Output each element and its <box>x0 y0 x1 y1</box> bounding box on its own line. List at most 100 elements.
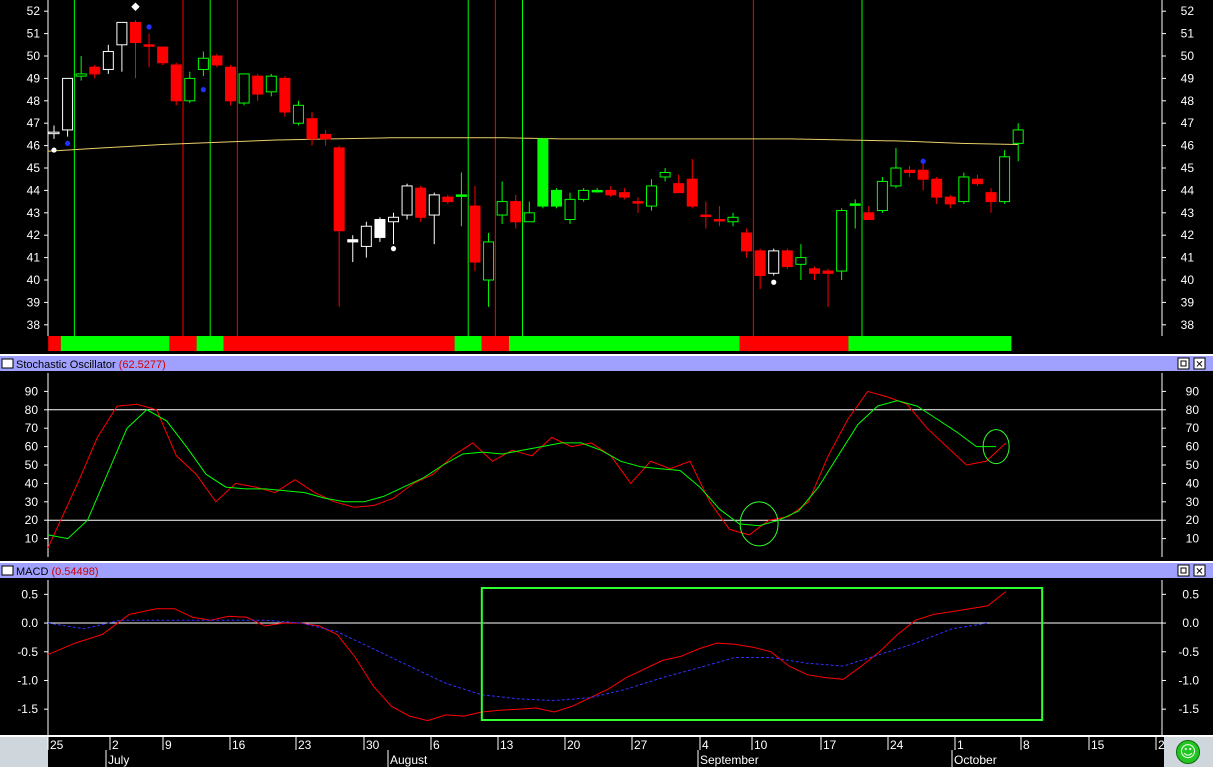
candle <box>754 248 766 289</box>
day-label: 24 <box>890 738 904 752</box>
stochastic-panel: Stochastic Oscillator (62.5277) ✕ 90 90 80 80… <box>0 354 1213 557</box>
candle <box>279 76 291 117</box>
panel-tick-label-left: 70 <box>25 421 39 435</box>
candle-body <box>876 180 888 212</box>
signal-marker <box>64 140 71 146</box>
candle <box>75 56 87 81</box>
candle <box>347 235 359 263</box>
panel-tick-label-right: 90 <box>1186 384 1200 398</box>
candle <box>944 194 956 209</box>
candle <box>605 185 617 198</box>
date-axis: 25 2 9 16 23 30 6 13 20 27 4 10 17 24 1 8 15 2July August S… <box>0 735 1213 767</box>
panel-maximize-button[interactable] <box>1177 564 1190 577</box>
day-label: 6 <box>433 738 440 752</box>
price-tick-label-left: 42 <box>27 228 41 242</box>
candle-body <box>605 189 617 196</box>
candle <box>265 73 277 97</box>
regime-bar-segment <box>223 336 455 351</box>
candle <box>999 150 1011 204</box>
candle-body <box>836 210 848 272</box>
candle-body <box>347 239 359 243</box>
panel-menu-icon <box>1 565 14 576</box>
candle <box>836 208 848 280</box>
price-tick-label-left: 52 <box>27 4 41 18</box>
candle-body <box>265 75 277 93</box>
candle <box>890 147 902 189</box>
panel-titlebar <box>0 563 1213 578</box>
candle-body <box>618 192 630 198</box>
candle <box>985 188 997 213</box>
candle <box>496 181 508 224</box>
day-ticks: 25 2 9 16 23 30 6 13 20 27 4 10 17 24 1 8 15 2 <box>47 737 1165 752</box>
panel-tick-label-right: -1.5 <box>1178 702 1199 716</box>
candle <box>455 172 467 227</box>
candle-body <box>578 189 590 200</box>
candle <box>958 172 970 204</box>
candle <box>618 188 630 200</box>
price-tick-label-left: 40 <box>27 273 41 287</box>
candle <box>523 201 535 223</box>
day-label: 15 <box>1091 738 1105 752</box>
highlight-circle <box>739 501 779 547</box>
candle <box>360 221 372 258</box>
panel-title: Stochastic Oscillator (62.5277) <box>16 359 166 371</box>
candle <box>646 179 658 211</box>
price-tick-label-right: 45 <box>1181 161 1195 175</box>
panel-tick-label-left: 90 <box>25 384 39 398</box>
candle-body <box>496 201 508 216</box>
panel-tick-label-right: 10 <box>1186 532 1200 546</box>
candle-body <box>89 66 101 75</box>
candle <box>808 266 820 280</box>
macd-panel: MACD (0.54498) ✕ 0.5 0.5 0.0 0.0 -0.5 -0.5 -1.0 -… <box>0 561 1213 735</box>
panel-tick-label-left: 0.5 <box>21 587 38 601</box>
panel-tick-label-right: 20 <box>1186 513 1200 527</box>
series-line-d <box>47 400 997 540</box>
candle-body <box>129 21 141 44</box>
price-tick-label-left: 44 <box>27 183 41 197</box>
panel-tick-label-right: -0.5 <box>1178 645 1199 659</box>
candle-body <box>62 77 74 131</box>
candle <box>1012 123 1024 162</box>
candle-body <box>591 189 603 193</box>
candle-body <box>428 194 440 216</box>
price-tick-label-right: 52 <box>1181 4 1195 18</box>
price-tick-label-right: 48 <box>1181 94 1195 108</box>
candle <box>374 217 386 242</box>
panel-maximize-button[interactable] <box>1177 357 1190 370</box>
regime-bar-segment <box>454 336 482 351</box>
day-label: 13 <box>500 738 514 752</box>
candle-body <box>306 118 318 140</box>
candle <box>591 188 603 193</box>
regime-bar-segment <box>739 336 849 351</box>
price-tick-label-right: 44 <box>1181 183 1195 197</box>
price-tick-label-left: 50 <box>27 49 41 63</box>
regime-bar-segment <box>60 336 170 351</box>
candle-body <box>143 44 155 47</box>
day-label: 2 <box>112 738 119 752</box>
candle <box>469 185 481 272</box>
candle <box>700 201 712 229</box>
panel-tick-label-right: 40 <box>1186 476 1200 490</box>
candle-body <box>75 73 87 77</box>
panel-tick-label-left: -1.5 <box>17 702 38 716</box>
candle-body <box>225 66 237 102</box>
candle-body <box>781 250 793 268</box>
candle-body <box>550 189 562 207</box>
candle-body <box>904 169 916 173</box>
signal-marker <box>920 158 926 164</box>
candle <box>686 159 698 209</box>
candle-body <box>985 192 997 203</box>
candle <box>863 206 875 221</box>
panel-tick-label-right: 30 <box>1186 495 1200 509</box>
candle-body <box>958 176 970 203</box>
panel-tick-label-right: 0.0 <box>1182 616 1199 630</box>
candle-body <box>971 178 983 185</box>
candle-body <box>523 212 535 223</box>
candle <box>102 44 114 74</box>
candle-body <box>659 171 671 178</box>
candle-body <box>741 232 753 252</box>
candle <box>292 100 304 126</box>
panel-tick-label-left: 50 <box>25 458 39 472</box>
candle-body <box>279 77 291 113</box>
candle-body <box>564 198 576 221</box>
